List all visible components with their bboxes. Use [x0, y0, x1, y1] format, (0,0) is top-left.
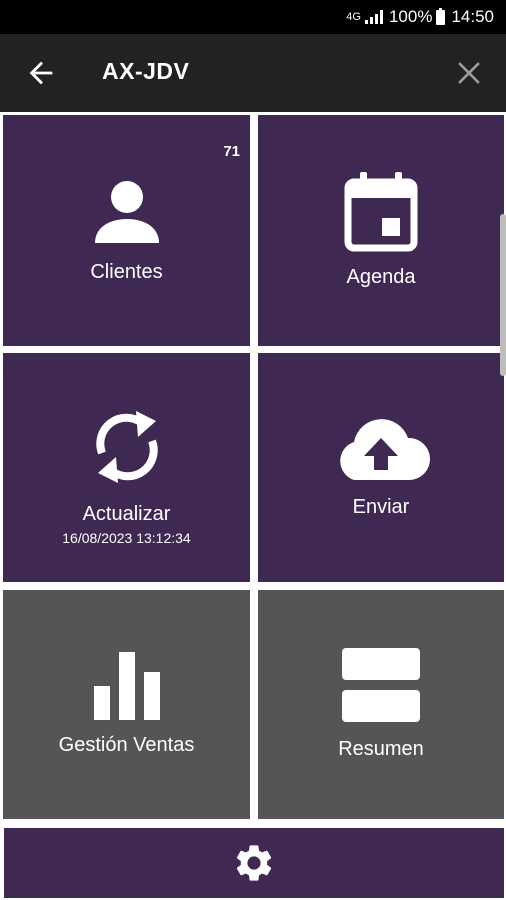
person-icon — [94, 181, 159, 243]
gestion-ventas-tile[interactable]: Gestión Ventas — [3, 590, 250, 819]
bar-chart-icon — [93, 652, 160, 720]
actualizar-label: Actualizar — [82, 503, 171, 525]
menu-grid: 71 Clientes Agenda Actualizar 16/08/2023… — [0, 112, 506, 900]
agenda-label: Agenda — [346, 266, 416, 288]
summary-icon — [342, 648, 420, 722]
arrow-left-icon[interactable] — [24, 56, 58, 90]
app-bar: AX-JDV — [0, 34, 506, 112]
last-sync-timestamp: 16/08/2023 13:12:34 — [62, 530, 191, 546]
clientes-tile[interactable]: 71 Clientes — [3, 115, 250, 346]
calendar-icon — [344, 172, 418, 252]
clock: 14:50 — [451, 7, 494, 26]
signal-icon — [364, 10, 383, 24]
actualizar-tile[interactable]: Actualizar 16/08/2023 13:12:34 — [3, 353, 250, 582]
clientes-label: Clientes — [90, 261, 163, 283]
cloud-upload-icon — [340, 419, 430, 480]
enviar-label: Enviar — [352, 496, 410, 518]
battery-icon — [436, 7, 446, 25]
clientes-count-badge: 71 — [223, 143, 240, 160]
gestion-ventas-label: Gestión Ventas — [58, 734, 195, 756]
page-title: AX-JDV — [102, 58, 190, 84]
settings-button[interactable] — [4, 828, 504, 898]
agenda-tile[interactable]: Agenda — [258, 115, 504, 346]
close-icon[interactable] — [452, 56, 486, 90]
resumen-label: Resumen — [338, 738, 424, 760]
status-bar: 4G 100% 14:50 — [0, 0, 506, 34]
gear-icon — [236, 845, 272, 881]
enviar-tile[interactable]: Enviar — [258, 353, 504, 582]
resumen-tile[interactable]: Resumen — [258, 590, 504, 819]
sync-icon — [95, 411, 158, 483]
network-type: 4G — [346, 10, 361, 23]
scrollbar[interactable] — [500, 214, 506, 376]
battery-percentage: 100% — [388, 7, 433, 26]
